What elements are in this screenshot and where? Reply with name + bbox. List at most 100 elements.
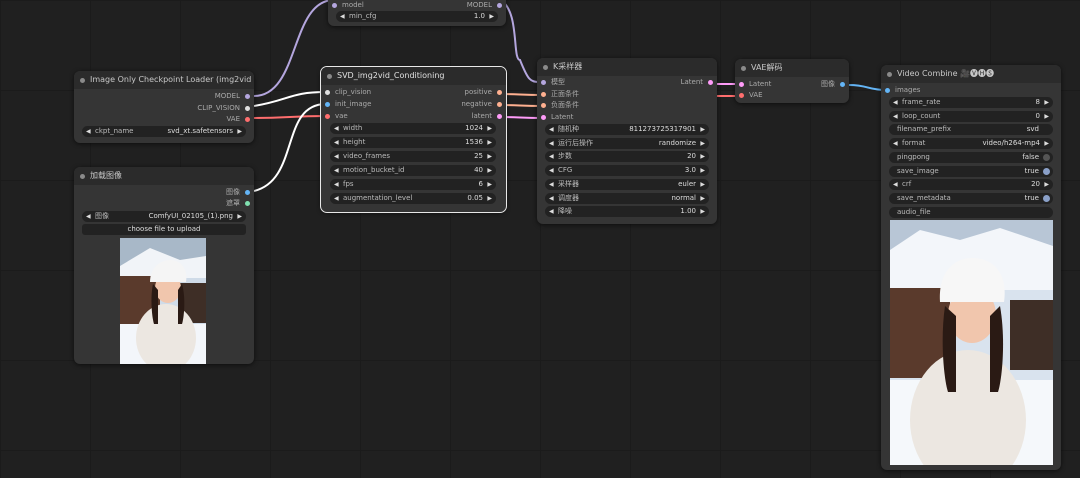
decrement-arrow-icon[interactable]: ◀ [549, 138, 554, 149]
ksampler-widget-4[interactable]: ◀ 采样器 euler ▶ [545, 178, 709, 190]
decrement-arrow-icon[interactable]: ◀ [334, 123, 339, 134]
graph-canvas[interactable]: model MODEL ◀ min_cfg 1.0 ▶ Image Only Chec… [0, 0, 1080, 478]
checkpoint-loader-title[interactable]: Image Only Checkpoint Loader (img2vid mo… [74, 71, 254, 89]
ckpt-name-widget[interactable]: ◀ ckpt_name svd_xt.safetensors ▶ [82, 126, 246, 137]
video-combine-widget-frame-rate[interactable]: ◀ frame_rate 8 ▶ [889, 97, 1053, 108]
decrement-arrow-icon[interactable]: ◀ [334, 193, 339, 204]
input-samples[interactable]: Latent [739, 80, 771, 89]
output-latent[interactable]: latent [472, 112, 502, 121]
increment-arrow-icon[interactable]: ▶ [700, 124, 705, 135]
toggle-indicator-icon[interactable] [1043, 153, 1050, 161]
input-init-image[interactable]: init_image [325, 100, 371, 109]
video-combine-widget-crf[interactable]: ◀ crf 20 ▶ [889, 179, 1053, 191]
ksampler-widget-1[interactable]: ◀ 运行后操作 randomize ▶ [545, 137, 709, 149]
increment-arrow-icon[interactable]: ▶ [700, 179, 705, 190]
ksampler-widget-5[interactable]: ◀ 调度器 normal ▶ [545, 192, 709, 204]
input-negative[interactable]: 负面条件 [541, 101, 579, 110]
increment-arrow-icon[interactable]: ▶ [1044, 138, 1049, 149]
svd-conditioning-node[interactable]: SVD_img2vid_Conditioning clip_vision ini… [320, 66, 507, 213]
svd-widget-motion-bucket-id[interactable]: ◀ motion_bucket_id 40 ▶ [330, 165, 496, 176]
collapse-dot-icon[interactable] [80, 78, 85, 83]
increment-arrow-icon[interactable]: ▶ [700, 151, 705, 162]
svd-widget-augmentation-level[interactable]: ◀ augmentation_level 0.05 ▶ [330, 193, 496, 204]
increment-arrow-icon[interactable]: ▶ [487, 193, 492, 204]
load-image-title[interactable]: 加载图像 [74, 167, 254, 185]
video-combine-widget-loop-count[interactable]: ◀ loop_count 0 ▶ [889, 110, 1053, 122]
ksampler-widget-2[interactable]: ◀ 步数 20 ▶ [545, 151, 709, 163]
vae-decode-title[interactable]: VAE解码 [735, 59, 849, 77]
input-vae[interactable]: vae [325, 112, 348, 121]
video-combine-node[interactable]: Video Combine 🎥🅥🅗🅢 images audio_file ◀ fr… [881, 65, 1061, 470]
video-combine-title[interactable]: Video Combine 🎥🅥🅗🅢 [881, 65, 1061, 83]
increment-arrow-icon[interactable]: ▶ [700, 165, 705, 176]
load-image-node[interactable]: 加载图像 图像 遮罩 ◀ 图像 ComfyUI_02105_(1).png ▶ cho… [74, 167, 254, 364]
output-negative[interactable]: negative [461, 100, 502, 109]
video-combine-widget-filename-prefix[interactable]: filename_prefix svd [889, 124, 1053, 136]
decrement-arrow-icon[interactable]: ◀ [549, 179, 554, 190]
input-model[interactable]: 模型 [541, 78, 565, 87]
collapse-dot-icon[interactable] [543, 65, 548, 70]
input-positive[interactable]: 正面条件 [541, 90, 579, 99]
svd-conditioning-title[interactable]: SVD_img2vid_Conditioning [321, 67, 506, 85]
toggle-indicator-icon[interactable] [1043, 167, 1050, 175]
output-positive[interactable]: positive [465, 88, 502, 97]
increment-arrow-icon[interactable]: ▶ [487, 151, 492, 162]
ksampler-title[interactable]: K采样器 [537, 58, 717, 76]
audio-file-widget[interactable]: audio_file [889, 207, 1053, 218]
increment-arrow-icon[interactable]: ▶ [700, 206, 705, 217]
decrement-arrow-icon[interactable]: ◀ [334, 137, 339, 148]
video-combine-widget-format[interactable]: ◀ format video/h264-mp4 ▶ [889, 138, 1053, 150]
video-combine-widget-save-image[interactable]: save_image true [889, 165, 1053, 177]
input-images[interactable]: images [885, 86, 920, 95]
decrement-arrow-icon[interactable]: ◀ [893, 179, 898, 190]
output-image[interactable]: 图像 [226, 188, 250, 197]
increment-arrow-icon[interactable]: ▶ [1044, 179, 1049, 190]
decrement-arrow-icon[interactable]: ◀ [893, 111, 898, 122]
increment-arrow-icon[interactable]: ▶ [487, 137, 492, 148]
decrement-arrow-icon[interactable]: ◀ [549, 124, 554, 135]
choose-file-button[interactable]: choose file to upload [82, 224, 246, 235]
decrement-arrow-icon[interactable]: ◀ [549, 206, 554, 217]
input-clip-vision[interactable]: clip_vision [325, 88, 371, 97]
increment-arrow-icon[interactable]: ▶ [487, 179, 492, 190]
video-combine-widget-save-metadata[interactable]: save_metadata true [889, 192, 1053, 204]
decrement-arrow-icon[interactable]: ◀ [893, 138, 898, 149]
increment-arrow-icon[interactable]: ▶ [487, 165, 492, 176]
ksampler-widget-0[interactable]: ◀ 随机种 811273725317901 ▶ [545, 124, 709, 135]
increment-arrow-icon[interactable]: ▶ [487, 123, 492, 134]
ksampler-widget-6[interactable]: ◀ 降噪 1.00 ▶ [545, 206, 709, 218]
output-vae[interactable]: VAE [226, 115, 250, 124]
decrement-arrow-icon[interactable]: ◀ [549, 151, 554, 162]
collapse-dot-icon[interactable] [80, 174, 85, 179]
input-vae[interactable]: VAE [739, 91, 763, 100]
video-combine-widget-pingpong[interactable]: pingpong false [889, 151, 1053, 163]
output-mask[interactable]: 遮罩 [226, 199, 250, 208]
increment-arrow-icon[interactable]: ▶ [1044, 111, 1049, 122]
collapse-dot-icon[interactable] [741, 66, 746, 71]
collapse-dot-icon[interactable] [887, 72, 892, 77]
decrement-arrow-icon[interactable]: ◀ [893, 97, 898, 108]
input-latent-image[interactable]: Latent [541, 113, 573, 122]
output-latent[interactable]: Latent [681, 78, 713, 87]
output-model[interactable]: MODEL [215, 92, 250, 101]
min-cfg-widget[interactable]: ◀ min_cfg 1.0 ▶ [336, 11, 498, 22]
checkpoint-loader-node[interactable]: Image Only Checkpoint Loader (img2vid mo… [74, 71, 254, 143]
vae-decode-node[interactable]: VAE解码 Latent VAE 图像 [735, 59, 849, 103]
decrement-arrow-icon[interactable]: ◀ [334, 151, 339, 162]
decrement-arrow-icon[interactable]: ◀ [549, 165, 554, 176]
decrement-arrow-icon[interactable]: ◀ [549, 193, 554, 204]
output-clip-vision[interactable]: CLIP_VISION [197, 104, 250, 113]
output-video-preview[interactable] [890, 220, 1053, 465]
svd-widget-height[interactable]: ◀ height 1536 ▶ [330, 137, 496, 148]
svd-widget-fps[interactable]: ◀ fps 6 ▶ [330, 179, 496, 190]
svd-widget-width[interactable]: ◀ width 1024 ▶ [330, 123, 496, 134]
ksampler-node[interactable]: K采样器 模型 正面条件 负面条件 Latent Latent ◀ 随机种 8112… [537, 58, 717, 224]
increment-arrow-icon[interactable]: ▶ [700, 193, 705, 204]
top-node-model-sampling[interactable]: model MODEL ◀ min_cfg 1.0 ▶ [328, 0, 506, 26]
top-node-model-output[interactable]: MODEL [467, 1, 502, 10]
ksampler-widget-3[interactable]: ◀ CFG 3.0 ▶ [545, 165, 709, 177]
svd-widget-video-frames[interactable]: ◀ video_frames 25 ▶ [330, 151, 496, 162]
decrement-arrow-icon[interactable]: ◀ [334, 165, 339, 176]
toggle-indicator-icon[interactable] [1043, 194, 1050, 202]
increment-arrow-icon[interactable]: ▶ [700, 138, 705, 149]
